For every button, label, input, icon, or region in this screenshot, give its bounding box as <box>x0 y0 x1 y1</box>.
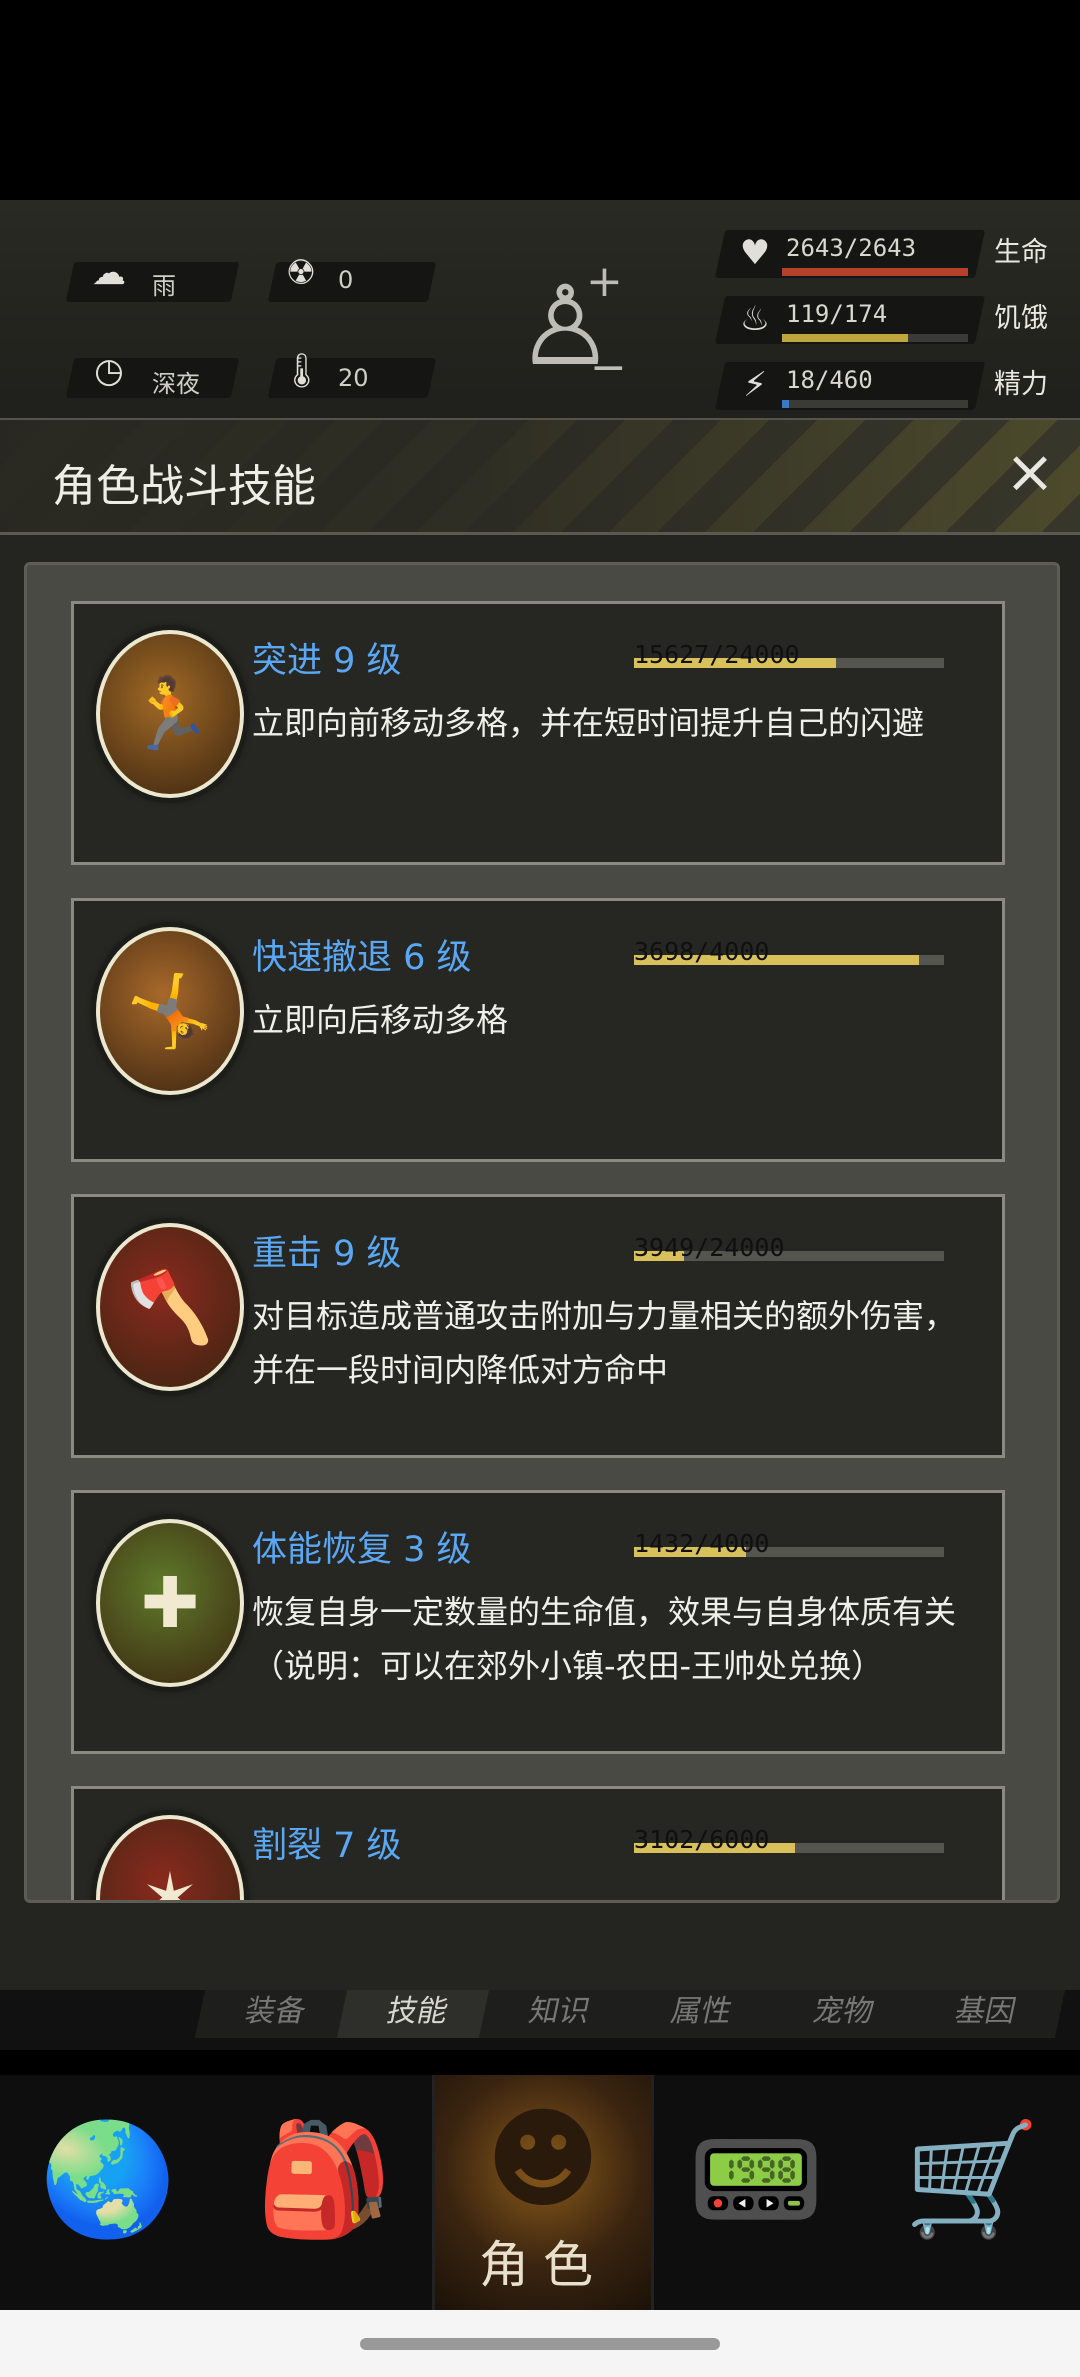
nav-role-button[interactable]: ☻ 角色 <box>432 2075 654 2310</box>
stat-bar <box>782 400 968 408</box>
skill-card[interactable]: ✚ 体能恢复 3 级 1432/4000 恢复自身一定数量的生命值，效果与自身体质有关… <box>71 1490 1005 1754</box>
skill-description: 立即向后移动多格 <box>252 1001 509 1039</box>
recovery-icon: ✚ <box>96 1519 244 1687</box>
skill-name: 重击 9 级 <box>252 1234 402 1274</box>
plus-icon: + <box>586 256 623 307</box>
rain-cloud-icon: ☁ <box>92 253 126 293</box>
stat-label: 生命 <box>994 237 1048 268</box>
stat-value: 119/174 <box>786 300 888 328</box>
nav-role-label: 角色 <box>479 2236 607 2294</box>
skill-glyph: ✚ <box>140 1562 200 1644</box>
stat-value: 2643/2643 <box>786 234 917 262</box>
clock-icon: ◷ <box>94 351 124 391</box>
skill-name: 突进 9 级 <box>252 641 402 681</box>
skill-xp-text: 1432/4000 <box>634 1529 770 1558</box>
body-status-button[interactable]: ♙ + − <box>516 256 627 406</box>
close-button[interactable]: × <box>1000 442 1060 504</box>
stat-label: 精力 <box>994 369 1048 400</box>
time-of-day-text: 深夜 <box>152 370 200 398</box>
stat-label: 饥饿 <box>994 303 1048 334</box>
radiation-value: 0 <box>338 266 354 294</box>
skill-card[interactable]: 🪓 重击 9 级 3949/24000 对目标造成普通攻击附加与力量相关的额外伤害，并… <box>71 1194 1005 1458</box>
bottom-nav: 🌏 🎒 ☻ 角色 📟 🛒 <box>0 2075 1080 2310</box>
radio-icon: 📟 <box>687 2115 825 2243</box>
weather-text: 雨 <box>152 272 176 300</box>
skill-xp-text: 3949/24000 <box>634 1233 785 1262</box>
skills-dialog: 角色战斗技能 × 🏃 突进 9 级 15627/24000 立即向前移动多格，并在短时… <box>0 418 1080 2005</box>
status-hud: ☁ 雨 ☢ 0 ◷ 深夜 🌡 20 ♙ + − ♥ 2643/2643 生命 ♨ 119… <box>0 200 1080 430</box>
home-indicator[interactable] <box>360 2338 720 2350</box>
skill-glyph: 🪓 <box>126 1266 214 1348</box>
energy-icon: ⚡ <box>743 365 767 405</box>
skill-glyph: 🏃 <box>126 673 214 755</box>
stat-bar-fill <box>782 334 909 342</box>
stat-bar-fill <box>782 268 968 276</box>
category-tabs: 装备 技能 知识 属性 宠物 基因 <box>0 1990 1080 2050</box>
tab-0[interactable]: 装备 <box>194 1990 356 2038</box>
skill-card[interactable]: ✶ 割裂 7 级 3102/6000 <box>71 1786 1005 1903</box>
tab-3[interactable]: 属性 <box>620 1990 782 2038</box>
nav-radio-button[interactable]: 📟 <box>648 2075 864 2310</box>
thermometer-icon: 🌡 <box>280 351 324 391</box>
heavy-strike-icon: 🪓 <box>96 1223 244 1391</box>
skill-glyph: 🤸 <box>126 970 214 1052</box>
tab-1[interactable]: 技能 <box>336 1990 498 2038</box>
nav-shop-button[interactable]: 🛒 <box>864 2075 1080 2310</box>
stomach-icon: ♨ <box>739 299 771 339</box>
stat-value: 18/460 <box>786 366 873 394</box>
tab-5[interactable]: 基因 <box>904 1990 1066 2038</box>
skill-description: 对目标造成普通攻击附加与力量相关的额外伤害，并在一段时间内降低对方命中 <box>252 1297 957 1389</box>
tab-2[interactable]: 知识 <box>478 1990 640 2038</box>
dash-icon: 🏃 <box>96 630 244 798</box>
skill-xp-text: 3698/4000 <box>634 937 770 966</box>
skill-name: 体能恢复 3 级 <box>252 1530 472 1570</box>
head-silhouette-icon: ☻ <box>485 2095 601 2223</box>
globe-icon: 🌏 <box>39 2115 177 2243</box>
retreat-icon: 🤸 <box>96 927 244 1095</box>
skill-list[interactable]: 🏃 突进 9 级 15627/24000 立即向前移动多格，并在短时间提升自己的闪避 🤸… <box>24 562 1060 1903</box>
stat-bar-fill <box>782 400 790 408</box>
skill-glyph: ✶ <box>140 1858 200 1903</box>
skill-description: 立即向前移动多格，并在短时间提升自己的闪避 <box>252 704 925 742</box>
dialog-header: 角色战斗技能 × <box>0 420 1080 535</box>
skill-card[interactable]: 🤸 快速撤退 6 级 3698/4000 立即向后移动多格 <box>71 898 1005 1162</box>
dialog-title: 角色战斗技能 <box>52 461 316 512</box>
skill-name: 快速撤退 6 级 <box>252 938 472 978</box>
stat-bar <box>782 334 968 342</box>
stat-bar <box>782 268 968 276</box>
heart-icon: ♥ <box>739 233 771 273</box>
backpack-icon: 🎒 <box>255 2115 393 2243</box>
temperature-value: 20 <box>338 364 369 392</box>
system-home-bar <box>0 2310 1080 2377</box>
skill-description: 恢复自身一定数量的生命值，效果与自身体质有关（说明：可以在郊外小镇-农田-王帅处… <box>252 1593 957 1685</box>
skill-name: 割裂 7 级 <box>252 1826 402 1866</box>
rend-icon: ✶ <box>96 1815 244 1903</box>
radiation-icon: ☢ <box>285 253 317 293</box>
skill-xp-text: 15627/24000 <box>634 640 800 669</box>
tab-4[interactable]: 宠物 <box>762 1990 924 2038</box>
skill-xp-text: 3102/6000 <box>634 1825 770 1854</box>
nav-world-button[interactable]: 🌏 <box>0 2075 216 2310</box>
shopping-cart-icon: 🛒 <box>903 2115 1041 2243</box>
nav-backpack-button[interactable]: 🎒 <box>216 2075 432 2310</box>
minus-icon: − <box>590 342 627 393</box>
skill-card[interactable]: 🏃 突进 9 级 15627/24000 立即向前移动多格，并在短时间提升自己的闪避 <box>71 601 1005 865</box>
